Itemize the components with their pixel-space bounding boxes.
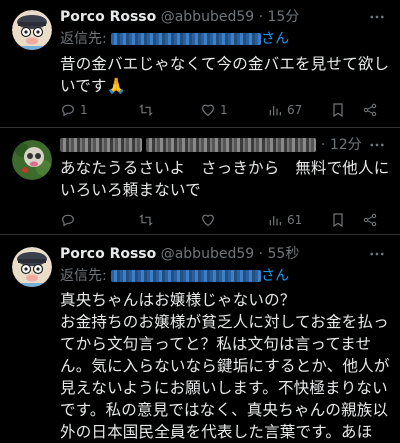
tweet-time[interactable]: 12分 [330,137,362,153]
more-icon[interactable] [368,136,386,154]
reply-to-label: 返信先: [60,268,107,284]
bookmark-icon [333,103,343,118]
author-handle-blurred[interactable] [146,138,317,152]
separator-dot: · [316,137,330,153]
tweet-time[interactable]: 55秒 [268,246,300,262]
reply-icon [62,104,74,117]
share-icon [363,213,377,227]
tweet-header: Porco Rosso @abbubed59 · 15分 [60,6,299,28]
separator-dot: · [254,246,268,262]
bookmark-button[interactable] [330,210,346,230]
author-name[interactable]: Porco Rosso [60,9,156,25]
author-handle[interactable]: @abbubed59 [161,9,254,25]
author-handle[interactable]: @abbubed59 [161,246,254,262]
tweet-text: あなたうるさいよ さっきから 無料で他人にいろいろ頼まないで [60,159,390,199]
author-name-blurred[interactable] [60,138,142,152]
tweet-time[interactable]: 15分 [268,9,300,25]
avatar[interactable] [12,247,52,287]
views-button[interactable]: 67 [267,100,302,120]
share-button[interactable] [362,210,378,230]
share-button[interactable] [362,100,378,120]
bookmark-icon [333,213,343,228]
like-button[interactable] [200,210,216,230]
views-button[interactable]: 61 [267,210,302,230]
reply-to-line: 返信先: さん [60,266,289,286]
reply-button[interactable]: 1 [60,100,88,120]
reply-button[interactable] [60,210,76,230]
retweet-button[interactable] [138,100,154,120]
separator-dot: · [254,9,268,25]
reply-to-label: 返信先: [60,31,107,47]
retweet-button[interactable] [138,210,154,230]
tweet-text: 昔の金バエじゃなくて今の金バエを見せて欲しいです🙏 [60,55,390,95]
author-name[interactable]: Porco Rosso [60,246,156,262]
tweet-actions: 61 [60,210,392,230]
share-icon [363,103,377,117]
tweet-3[interactable]: Porco Rosso @abbubed59 · 55秒 返信先: さん 真央ち… [0,235,400,441]
views-count: 61 [287,213,303,227]
retweet-icon [139,214,153,226]
tweet-2[interactable]: · 12分 あなたうるさいよ さっきから 無料で他人にいろいろ頼まないで 61 [0,128,400,232]
avatar[interactable] [12,10,52,50]
tweet-1[interactable]: Porco Rosso @abbubed59 · 15分 返信先: さん 昔の金… [0,0,400,126]
reply-count: 1 [80,103,88,117]
more-icon[interactable] [368,245,386,263]
more-icon[interactable] [368,8,386,26]
views-icon [269,106,281,116]
tweet-text: 真央ちゃんはお嬢様じゃないの？ お金持ちのお嬢様が貧乏人に対してお金を払ってから… [60,291,390,441]
tweet-header: Porco Rosso @abbubed59 · 55秒 [60,243,299,265]
heart-icon [202,214,214,227]
mention-blurred[interactable] [111,33,262,45]
like-count: 1 [220,103,228,117]
tweet-actions: 1 1 67 [60,100,392,120]
mention-blurred[interactable] [111,270,262,282]
views-count: 67 [287,103,303,117]
views-icon [269,216,281,226]
reply-to-line: 返信先: さん [60,29,289,49]
retweet-icon [139,104,153,116]
bookmark-button[interactable] [330,100,346,120]
avatar[interactable] [12,140,52,180]
mention-suffix[interactable]: さん [261,31,289,47]
like-button[interactable]: 1 [200,100,228,120]
heart-icon [202,104,214,117]
tweet-header: · 12分 [60,134,362,156]
reply-icon [62,214,74,227]
mention-suffix[interactable]: さん [261,268,289,284]
